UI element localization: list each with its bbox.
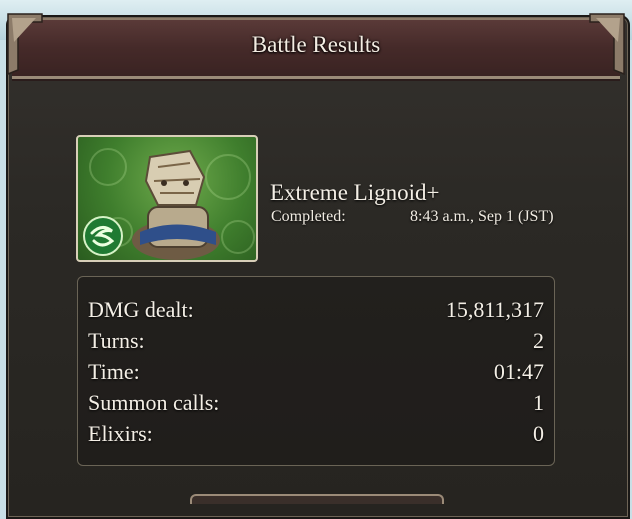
stat-value: 15,811,317	[445, 297, 544, 322]
enemy-portrait	[76, 135, 258, 262]
completed-timestamp: 8:43 a.m., Sep 1 (JST)	[410, 208, 554, 225]
stat-label: Time:	[88, 359, 140, 384]
stat-row-turns: Turns: 2	[88, 328, 544, 358]
wind-element-icon	[83, 216, 123, 256]
stat-value: 1	[533, 390, 544, 415]
stat-row-elixirs: Elixirs: 0	[88, 421, 544, 451]
next-button-edge[interactable]	[190, 494, 444, 504]
stat-label: Turns:	[88, 328, 145, 353]
stat-value: 0	[533, 421, 544, 446]
stat-label: Summon calls:	[88, 390, 220, 415]
stat-label: DMG dealt:	[88, 297, 194, 322]
completed-label: Completed:	[271, 208, 346, 225]
stat-value: 01:47	[493, 359, 544, 384]
dialog-title: Battle Results	[251, 32, 381, 57]
stat-row-damage: DMG dealt: 15,811,317	[88, 297, 544, 327]
enemy-name: Extreme Lignoid+	[270, 180, 440, 205]
stat-row-time: Time: 01:47	[88, 359, 544, 389]
stat-label: Elixirs:	[88, 421, 153, 446]
stat-row-summon-calls: Summon calls: 1	[88, 390, 544, 420]
stat-value: 2	[533, 328, 544, 353]
